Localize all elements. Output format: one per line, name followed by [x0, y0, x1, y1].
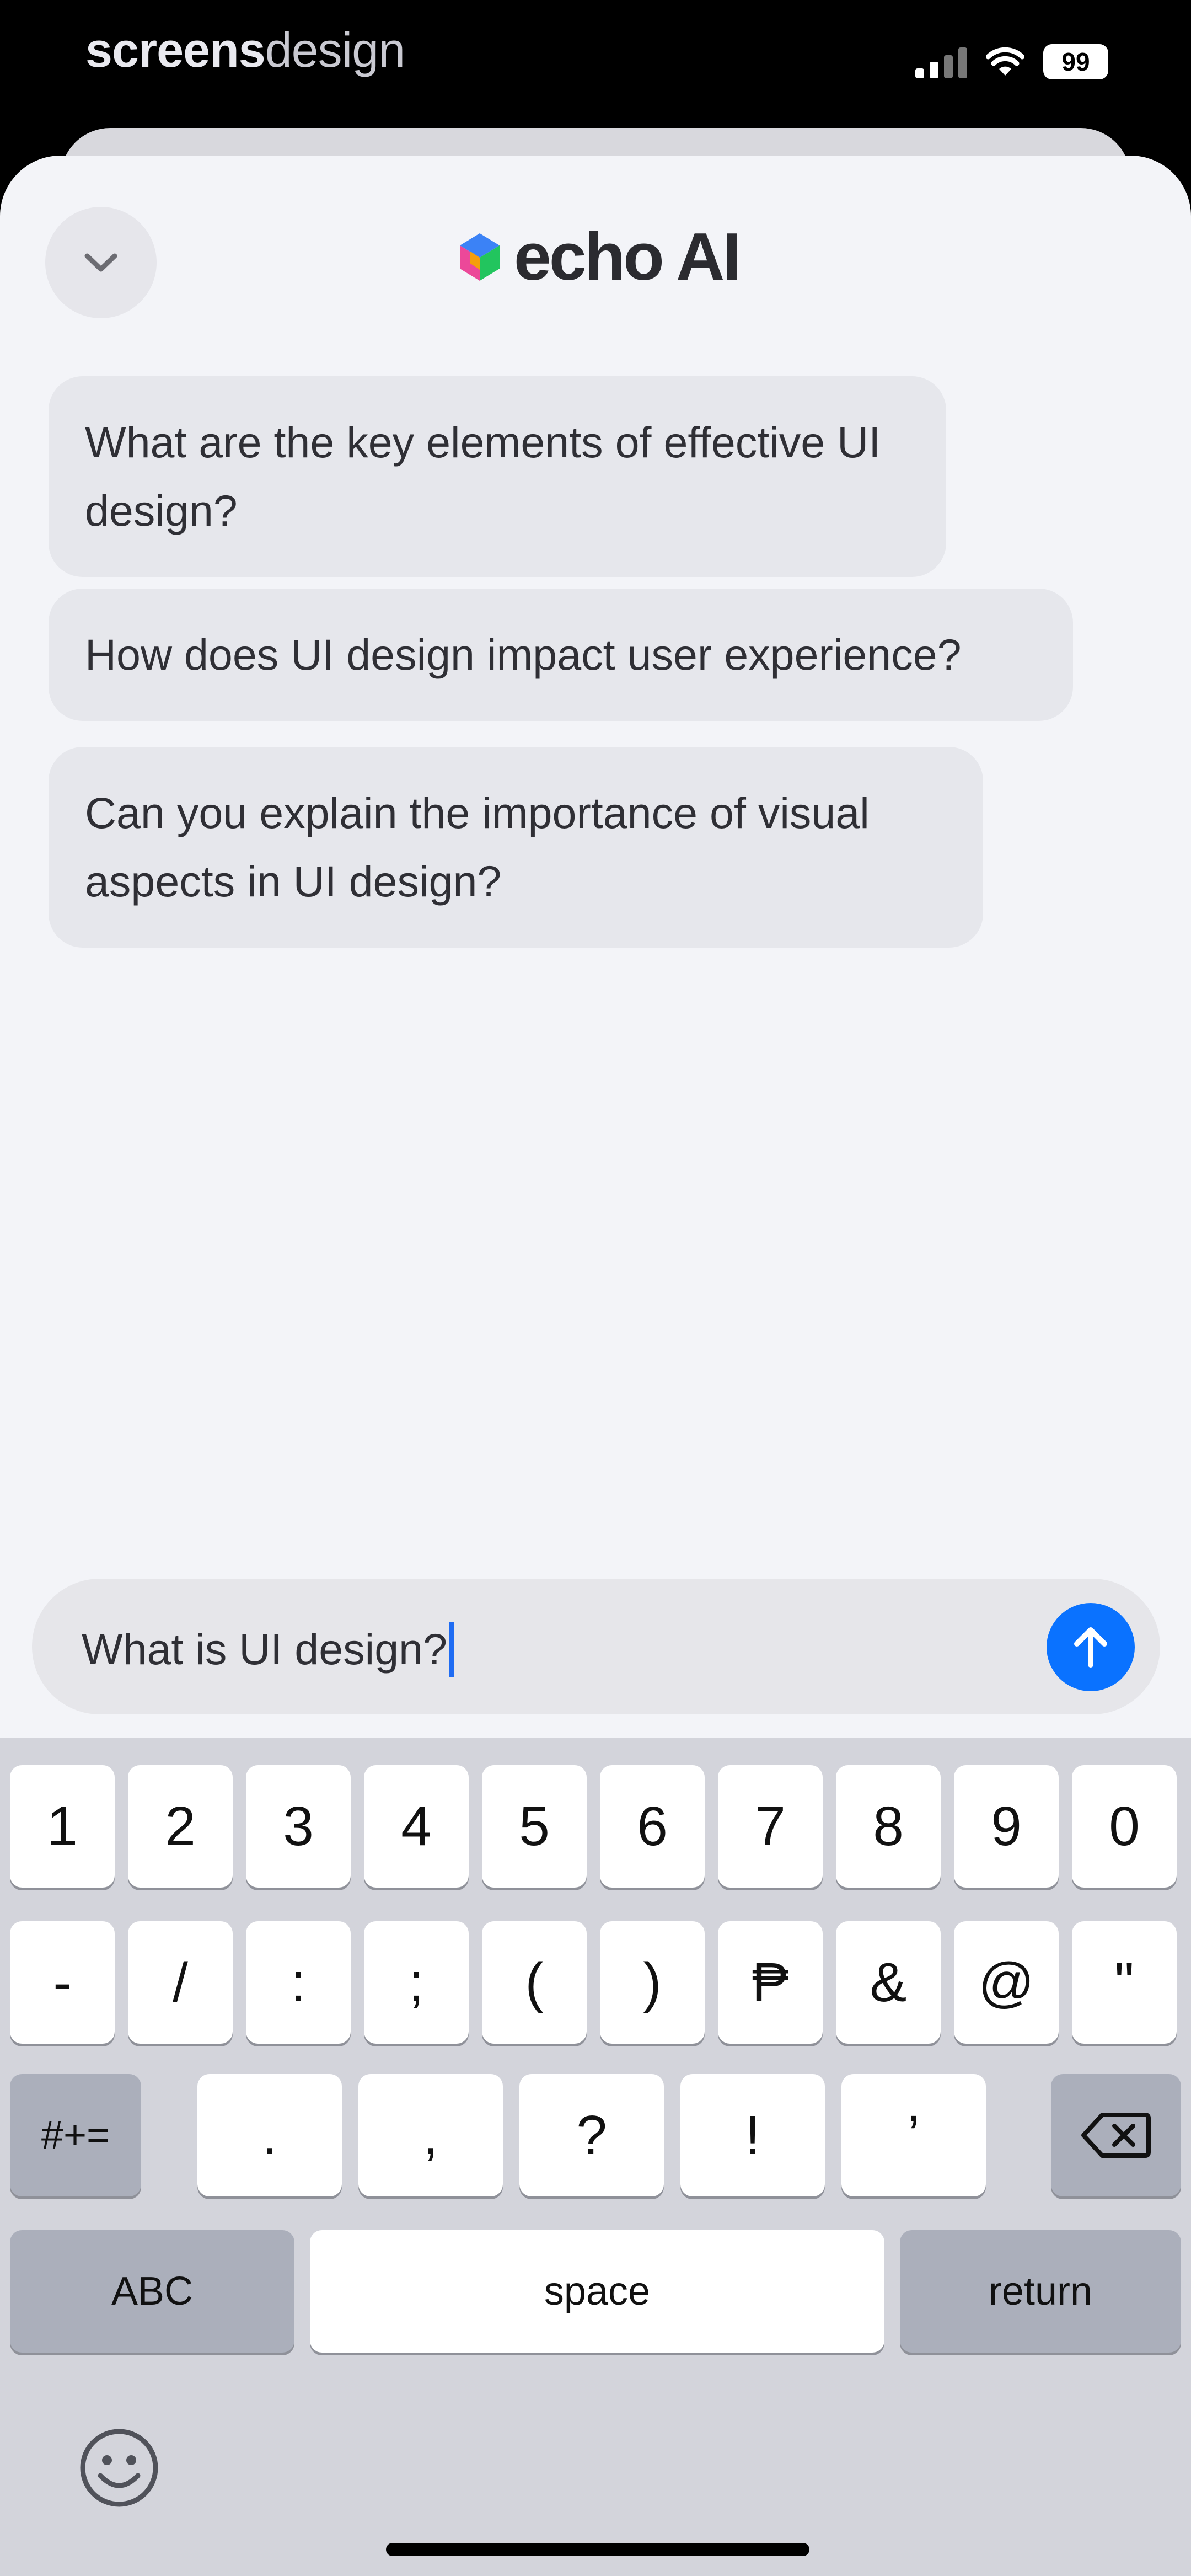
key-hyphen[interactable]: - — [10, 1921, 115, 2044]
app-logo: echo AI — [452, 219, 741, 294]
key-colon[interactable]: : — [246, 1921, 351, 2044]
key-at[interactable]: @ — [954, 1921, 1059, 2044]
message-input[interactable]: What is UI design? — [32, 1579, 1160, 1714]
watermark: screensdesign — [85, 23, 405, 77]
return-key[interactable]: return — [900, 2230, 1181, 2353]
key-8[interactable]: 8 — [836, 1765, 941, 1888]
text-cursor — [449, 1622, 454, 1677]
wifi-icon — [986, 47, 1024, 76]
message-input-text[interactable]: What is UI design? — [82, 1622, 454, 1677]
chat-message[interactable]: Can you explain the importance of visual… — [49, 747, 983, 948]
key-exclamation[interactable]: ! — [680, 2074, 825, 2196]
key-apostrophe[interactable]: ’ — [841, 2074, 986, 2196]
app-title: echo AI — [514, 219, 741, 294]
space-key[interactable]: space — [310, 2230, 884, 2353]
key-2[interactable]: 2 — [128, 1765, 233, 1888]
collapse-button[interactable] — [45, 207, 157, 318]
key-slash[interactable]: / — [128, 1921, 233, 2044]
arrow-up-icon — [1074, 1627, 1107, 1668]
key-quote[interactable]: " — [1072, 1921, 1177, 2044]
send-button[interactable] — [1047, 1603, 1135, 1691]
home-indicator[interactable] — [386, 2543, 809, 2556]
status-bar: screensdesign 99 — [0, 0, 1191, 127]
keyboard: 1 2 3 4 5 6 7 8 9 0 - / : ; ( ) ₱ & @ " … — [0, 1738, 1191, 2576]
key-ampersand[interactable]: & — [836, 1921, 941, 2044]
chat-message[interactable]: What are the key elements of effective U… — [49, 376, 946, 577]
backspace-icon — [1081, 2113, 1151, 2158]
key-5[interactable]: 5 — [482, 1765, 587, 1888]
key-1[interactable]: 1 — [10, 1765, 115, 1888]
key-semicolon[interactable]: ; — [364, 1921, 469, 2044]
delete-key[interactable] — [1051, 2074, 1181, 2196]
emoji-face-icon[interactable] — [78, 2427, 160, 2509]
key-7[interactable]: 7 — [718, 1765, 823, 1888]
battery-indicator: 99 — [1043, 44, 1108, 79]
chevron-down-icon — [84, 253, 117, 272]
key-9[interactable]: 9 — [954, 1765, 1059, 1888]
chat-message[interactable]: How does UI design impact user experienc… — [49, 589, 1073, 721]
abc-key[interactable]: ABC — [10, 2230, 294, 2353]
symbols-toggle-key[interactable]: #+= — [10, 2074, 141, 2196]
key-open-paren[interactable]: ( — [482, 1921, 587, 2044]
key-6[interactable]: 6 — [600, 1765, 705, 1888]
status-icons: 99 — [915, 44, 1108, 79]
key-0[interactable]: 0 — [1072, 1765, 1177, 1888]
key-question[interactable]: ? — [519, 2074, 664, 2196]
key-3[interactable]: 3 — [246, 1765, 351, 1888]
cellular-signal-icon — [915, 45, 967, 78]
key-period[interactable]: . — [197, 2074, 342, 2196]
key-4[interactable]: 4 — [364, 1765, 469, 1888]
key-currency[interactable]: ₱ — [718, 1921, 823, 2044]
key-close-paren[interactable]: ) — [600, 1921, 705, 2044]
echo-logo-icon — [460, 233, 500, 281]
key-comma[interactable]: , — [358, 2074, 503, 2196]
